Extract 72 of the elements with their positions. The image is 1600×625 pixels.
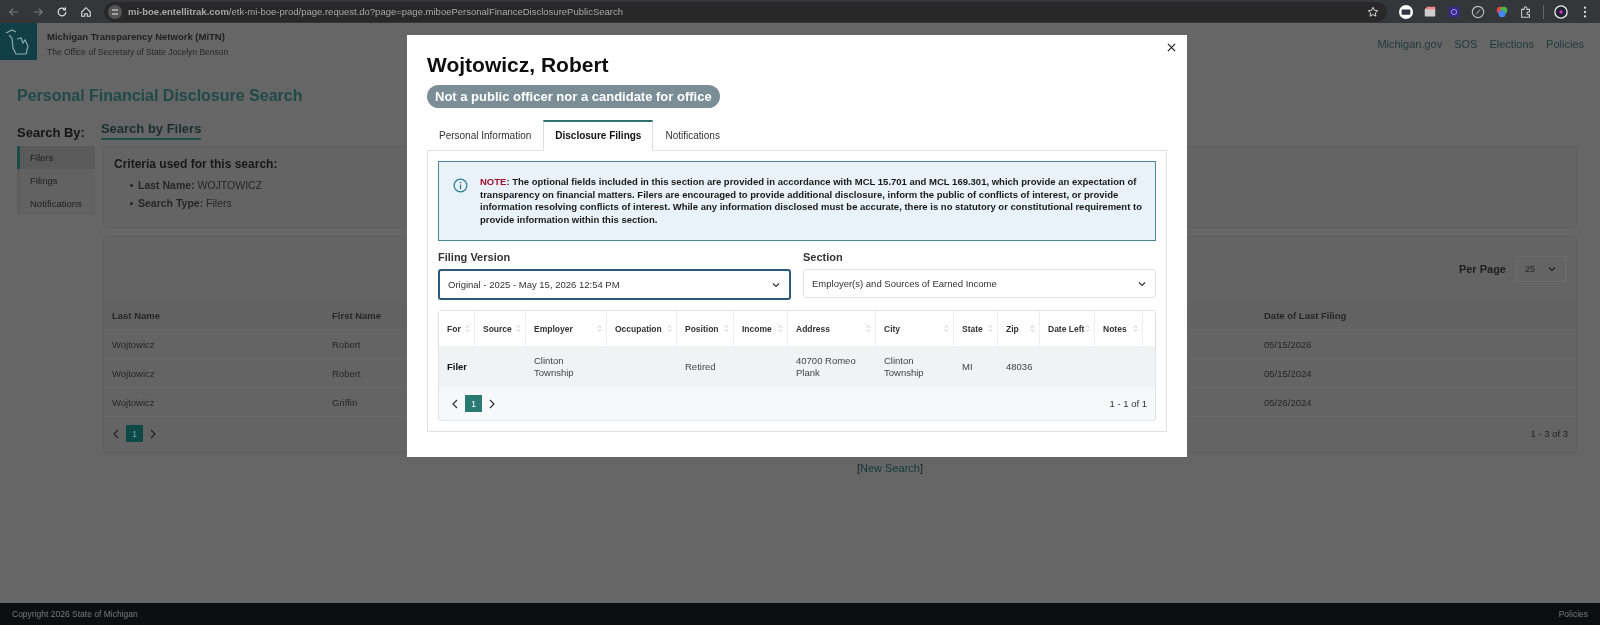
criteria-heading: Criteria used for this search: [114, 157, 279, 171]
bullet-icon [130, 201, 133, 205]
puzzle-icon[interactable] [1519, 4, 1533, 19]
info-icon [453, 178, 468, 193]
status-pill: Not a public officer nor a candidate for office [427, 85, 720, 108]
sort-icon [465, 324, 470, 333]
sort-icon [1030, 324, 1035, 333]
table-cell: Filer [447, 360, 468, 372]
extension-icon[interactable] [1399, 4, 1413, 19]
footer-link[interactable]: Policies [1558, 609, 1588, 619]
site-info-icon[interactable] [108, 4, 122, 19]
table-cell: MI [962, 360, 973, 372]
close-icon[interactable] [1167, 43, 1176, 52]
page-number[interactable]: 1 [465, 395, 482, 412]
table-cell-text: Wojtowicz [111, 367, 156, 379]
table-cell-text: Robert [331, 338, 362, 350]
table-cell-text: Griffin [331, 396, 359, 408]
sort-icon [667, 324, 672, 333]
next-page-icon[interactable] [488, 398, 496, 409]
site-title: Michigan Transparency Network (MiTN) [47, 31, 226, 42]
sort-icon [516, 324, 521, 333]
field-label: Filing Version [438, 251, 512, 263]
per-page-label: Per Page [1458, 263, 1506, 275]
search-heading: Search by Filers [100, 121, 202, 140]
result-range: 1 - 1 of 1 [1109, 398, 1147, 409]
reload-icon[interactable] [56, 5, 68, 18]
sort-icon [597, 324, 602, 333]
sort-icon [724, 324, 729, 333]
chevron-down-icon [1547, 264, 1557, 274]
search-by-label: Search By: [17, 125, 85, 140]
copyright-text: Copyright 2026 State of Michigan [12, 609, 138, 619]
sort-icon [1085, 324, 1090, 333]
profile-icon[interactable] [1554, 4, 1568, 19]
page-number[interactable]: 1 [126, 425, 143, 442]
table-cell-text: Wojtowicz [111, 338, 156, 350]
table-cell: 48036 [1006, 360, 1033, 372]
tab[interactable]: Personal Information [427, 120, 544, 150]
table-cell-text: 05/15/2026 [1263, 338, 1313, 350]
compass-icon[interactable] [1471, 4, 1485, 19]
bracket: [ [856, 462, 861, 474]
star-icon[interactable] [1367, 5, 1379, 18]
dialog-title: Wojtowicz, Robert [427, 53, 610, 77]
sort-icon [988, 324, 993, 333]
tab[interactable]: Disclosure Filings [543, 120, 654, 151]
bracket: ] [919, 462, 923, 474]
table-cell: Clinton Township [534, 354, 574, 378]
sort-icon [944, 324, 949, 333]
page-title: Personal Financial Disclosure Search [17, 87, 303, 105]
table-cell-text: 05/15/2024 [1263, 367, 1313, 379]
criteria-item: Search Type: Filers [138, 197, 232, 209]
sort-icon [1133, 324, 1138, 333]
forward-icon[interactable] [32, 5, 44, 18]
address-bar[interactable]: mi-boe.entellitrak.com/etk-mi-boe-prod/page.request.do?page=page.miboePersonalFinanceDisclosurePublicSearch [104, 1, 1387, 22]
table-cell: 40700 Romeo Plank [796, 354, 856, 378]
home-icon[interactable] [80, 5, 92, 18]
dropdown-field[interactable]: Employer(s) and Sources of Earned Income [803, 269, 1156, 298]
tab[interactable]: Notifications [653, 120, 732, 150]
sort-icon [778, 324, 783, 333]
dropdown-field[interactable]: Original - 2025 - May 15, 2026 12:54 PM [438, 269, 791, 300]
table-cell-text: 05/26/2024 [1263, 396, 1313, 408]
back-icon[interactable] [8, 5, 20, 18]
table-cell-text: Wojtowicz [111, 396, 156, 408]
bullet-icon [130, 183, 133, 187]
table-cell: Retired [685, 360, 716, 372]
note-text: NOTE: The optional fields included in this section are provided in accordance with MCL 15.701 and MCL 169.301, which provide an expectation of transparency on financial matters. Filers are encouraged to provide additional disclosure, inform the public of conflicts of interest, or provide information resolving conflicts of interest. While any information disclosed must be accurate, there is no statutory or constitutional requirement to provide information within this section. [480, 176, 1143, 226]
extension-icon[interactable] [1423, 4, 1437, 19]
sort-icon [866, 324, 871, 333]
table-cell: Clinton Township [884, 354, 924, 378]
field-label: Section [803, 251, 844, 263]
criteria-item: Last Name: WOJTOWICZ [138, 179, 263, 191]
table-cell-text: Robert [331, 367, 362, 379]
previous-page-icon[interactable] [451, 398, 459, 409]
